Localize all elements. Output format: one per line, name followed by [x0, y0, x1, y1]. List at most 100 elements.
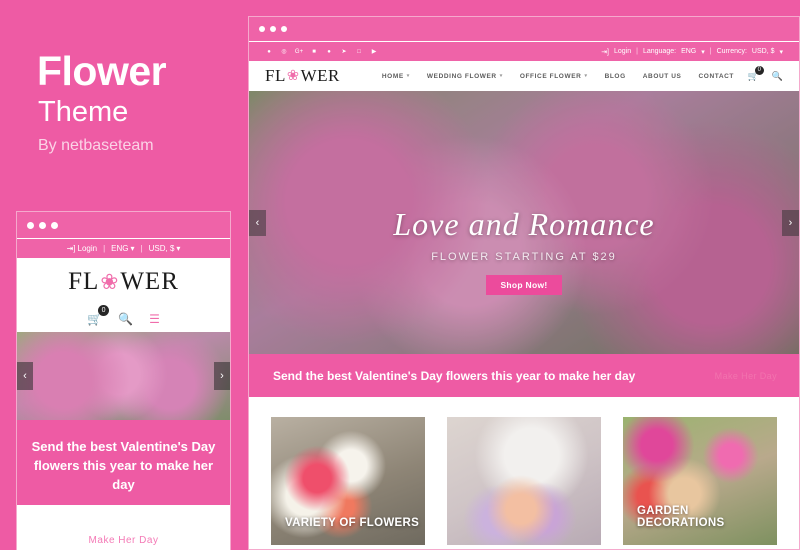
- menu-item-about-us[interactable]: ABOUT US: [643, 73, 682, 80]
- mobile-site-logo[interactable]: FL ❀ WER: [17, 258, 230, 306]
- mobile-logo-prefix: FL: [68, 268, 100, 295]
- menu-item-wedding-flower[interactable]: WEDDING FLOWER ▾: [427, 73, 503, 80]
- chevron-down-icon: ▾: [779, 48, 783, 56]
- desktop-currency-value[interactable]: USD, $: [752, 48, 775, 55]
- menu-item-contact[interactable]: CONTACT: [699, 73, 735, 80]
- search-icon[interactable]: 🔍: [772, 71, 783, 82]
- mobile-hero-slider: ‹ ›: [17, 332, 230, 420]
- desktop-currency-label: Currency:: [716, 48, 747, 55]
- instagram-icon[interactable]: ◎: [280, 48, 288, 56]
- shop-now-button[interactable]: Shop Now!: [486, 275, 562, 295]
- flower-mark-icon: ❀: [286, 68, 300, 84]
- author-byline: By netbaseteam: [38, 137, 154, 154]
- category-card-label: GARDEN DECORATIONS: [637, 505, 725, 529]
- category-card-garden-decorations[interactable]: GARDEN DECORATIONS: [623, 417, 777, 545]
- chevron-down-icon: ▾: [176, 244, 181, 253]
- desktop-window-chrome: [249, 17, 799, 41]
- desktop-logo-prefix: FL: [265, 66, 286, 85]
- menu-item-home[interactable]: HOME ▾: [382, 73, 410, 80]
- screenshot-root: Flower Theme By netbaseteam ⇥] Login | E…: [0, 0, 800, 550]
- menu-label: BLOG: [604, 72, 626, 80]
- search-icon[interactable]: 🔍: [118, 312, 133, 326]
- desktop-preview-window: ● ◎ G+ ■ ● ➤ □ ▶ ⇥] Login | Language: EN…: [248, 16, 800, 550]
- mobile-window-chrome: [17, 212, 230, 238]
- window-dot-maximize[interactable]: [51, 221, 58, 229]
- cart-icon[interactable]: 🛒 0: [87, 305, 110, 326]
- hero-slider-next-button[interactable]: ›: [782, 209, 799, 236]
- desktop-logo-suffix: WER: [300, 66, 340, 85]
- youtube-icon[interactable]: ▶: [370, 48, 378, 56]
- mobile-slider-next-button[interactable]: ›: [214, 362, 230, 390]
- hero-headline: Love and Romance: [393, 206, 655, 242]
- menu-label: WEDDING FLOWER: [426, 72, 497, 80]
- menu-label: CONTACT: [698, 72, 734, 80]
- desktop-site-logo[interactable]: FL ❀ WER: [265, 66, 340, 86]
- main-menu: HOME ▾ WEDDING FLOWER ▾ OFFICE FLOWER ▾ BLO…: [382, 73, 734, 80]
- window-dot-minimize[interactable]: [39, 221, 46, 229]
- twitter-icon[interactable]: ➤: [340, 48, 348, 56]
- menu-label: ABOUT US: [642, 72, 682, 80]
- desktop-topbar-right: ⇥] Login | Language: ENG ▾ | Currency: U…: [601, 48, 783, 56]
- desktop-navbar: FL ❀ WER HOME ▾ WEDDING FLOWER ▾ OFFICE FLOW…: [249, 61, 799, 91]
- mobile-currency-selector[interactable]: USD, $ ▾: [149, 244, 181, 253]
- mobile-topbar-separator-1: |: [103, 244, 106, 253]
- window-dot-maximize[interactable]: [281, 26, 287, 32]
- mobile-nav-icons: 🛒 0 🔍 ☰: [17, 305, 230, 332]
- google-plus-icon[interactable]: G+: [295, 48, 303, 56]
- category-card-wedding-bouquet[interactable]: [447, 417, 601, 545]
- chevron-down-icon: ▾: [701, 48, 705, 56]
- chevron-down-icon: ▾: [499, 73, 503, 79]
- window-dot-close[interactable]: [27, 221, 34, 229]
- category-cards: VARIETY OF FLOWERS GARDEN DECORATIONS: [249, 397, 799, 545]
- promo-band-ghost-text: Make Her Day: [714, 370, 777, 381]
- window-dot-minimize[interactable]: [270, 26, 276, 32]
- linkedin-icon[interactable]: ■: [310, 48, 318, 56]
- hero-subheadline: FLOWER STARTING AT $29: [431, 251, 617, 263]
- cart-icon[interactable]: 🛒 0: [748, 65, 764, 82]
- chevron-down-icon: ▾: [584, 73, 588, 79]
- chevron-down-icon: ▾: [130, 244, 135, 253]
- page-subtitle: Theme: [38, 96, 129, 128]
- category-card-variety-of-flowers[interactable]: VARIETY OF FLOWERS: [271, 417, 425, 545]
- hero-content: Love and Romance FLOWER STARTING AT $29 …: [249, 91, 799, 354]
- category-card-label: VARIETY OF FLOWERS: [285, 517, 420, 529]
- social-links: ● ◎ G+ ■ ● ➤ □ ▶: [265, 48, 378, 56]
- desktop-topbar-separator-1: |: [636, 48, 638, 55]
- menu-label: OFFICE FLOWER: [519, 72, 582, 80]
- cart-badge: 0: [754, 65, 764, 75]
- hero-slider: Love and Romance FLOWER STARTING AT $29 …: [249, 91, 799, 354]
- promo-band-text: Send the best Valentine's Day flowers th…: [273, 368, 636, 383]
- desktop-language-value[interactable]: ENG: [681, 48, 696, 55]
- desktop-language-label: Language:: [642, 48, 677, 55]
- desktop-login-link[interactable]: Login: [614, 48, 631, 55]
- facebook-icon[interactable]: ●: [265, 48, 273, 56]
- chevron-down-icon: ▾: [406, 73, 410, 79]
- mobile-topbar-separator-2: |: [140, 244, 143, 253]
- mobile-language-selector[interactable]: ENG ▾: [111, 244, 134, 253]
- desktop-nav-icons: 🛒 0 🔍: [748, 65, 783, 82]
- hero-slider-prev-button[interactable]: ‹: [249, 209, 266, 236]
- sign-in-icon: ⇥]: [601, 48, 609, 56]
- mobile-currency-value: USD, $: [148, 244, 175, 253]
- mobile-preview-window: ⇥] Login | ENG ▾ | USD, $ ▾ FL ❀ WER 🛒 0 🔍 …: [16, 211, 231, 550]
- hamburger-icon[interactable]: ☰: [149, 312, 160, 326]
- window-dot-close[interactable]: [259, 26, 265, 32]
- cart-badge: 0: [98, 305, 110, 316]
- mobile-slider-prev-button[interactable]: ‹: [17, 362, 33, 390]
- mobile-promo-band: Send the best Valentine's Day flowers th…: [17, 420, 230, 505]
- pinterest-icon[interactable]: ●: [325, 48, 333, 56]
- tumblr-icon[interactable]: □: [355, 48, 363, 56]
- mobile-login-link[interactable]: ⇥] Login: [67, 244, 98, 253]
- flower-mark-icon: ❀: [100, 269, 120, 294]
- mobile-ghost-text: Make Her Day: [88, 534, 159, 546]
- menu-label: HOME: [381, 72, 404, 80]
- desktop-topbar: ● ◎ G+ ■ ● ➤ □ ▶ ⇥] Login | Language: EN…: [249, 41, 799, 61]
- menu-item-blog[interactable]: BLOG: [605, 73, 626, 80]
- page-title: Flower: [37, 48, 167, 94]
- desktop-topbar-separator-2: |: [709, 48, 712, 55]
- promo-band: Send the best Valentine's Day flowers th…: [249, 354, 799, 397]
- menu-item-office-flower[interactable]: OFFICE FLOWER ▾: [520, 73, 588, 80]
- mobile-login-label: Login: [77, 244, 98, 253]
- mobile-logo-suffix: WER: [120, 268, 179, 295]
- sign-in-icon: ⇥]: [66, 244, 76, 253]
